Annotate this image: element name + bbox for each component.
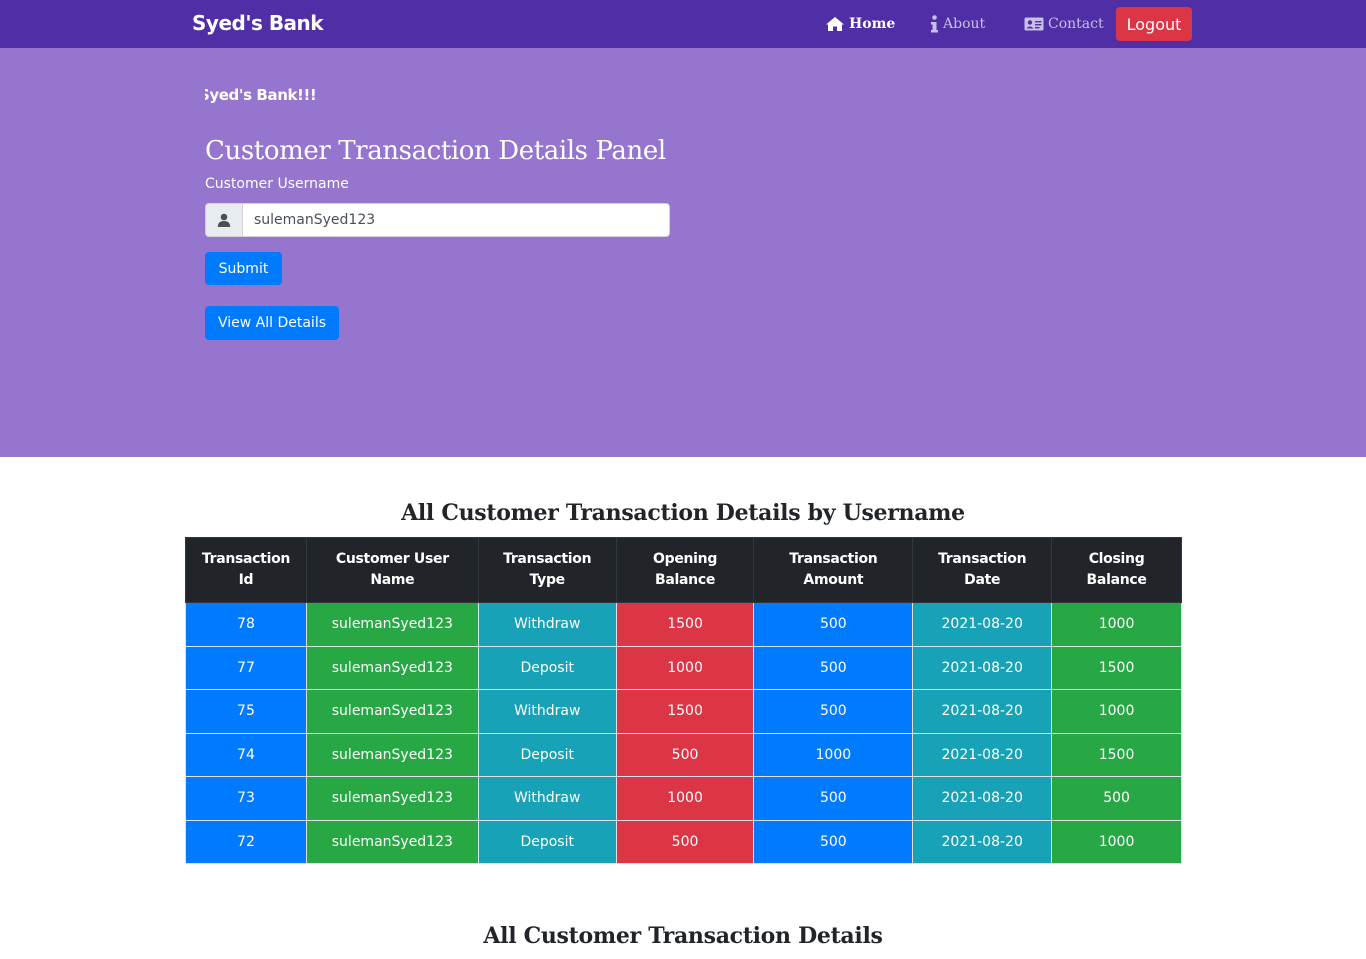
cell-date: 2021-08-20 (912, 645, 1053, 690)
navbar: Syed's Bank Home About Contact Logout (0, 0, 1366, 48)
customer-panel: Syed's Bank!!! Customer Transaction Deta… (0, 48, 1366, 457)
nav-about-label: About (943, 16, 986, 32)
cell-date: 2021-08-20 (912, 732, 1053, 777)
cell-transaction-id: 77 (185, 645, 307, 690)
cell-username: sulemanSyed123 (305, 602, 479, 647)
cell-closing-balance: 1000 (1051, 602, 1182, 647)
cell-opening-balance: 500 (615, 732, 755, 777)
cell-amount: 500 (753, 645, 914, 690)
id-card-icon (1024, 17, 1044, 31)
home-icon (825, 16, 845, 32)
cell-date: 2021-08-20 (912, 776, 1053, 821)
info-icon (930, 15, 939, 33)
cell-opening-balance: 1500 (615, 602, 755, 647)
nav-home-label: Home (849, 16, 896, 32)
cell-closing-balance: 1500 (1051, 732, 1182, 777)
username-label: Customer Username (205, 176, 349, 192)
cell-type: Deposit (477, 819, 617, 864)
cell-type: Withdraw (477, 689, 617, 734)
marquee-text: Syed's Bank!!! (205, 86, 317, 104)
cell-closing-balance: 500 (1051, 776, 1182, 821)
submit-button[interactable]: Submit (205, 252, 282, 285)
view-all-details-button[interactable]: View All Details (205, 306, 339, 340)
cell-type: Deposit (477, 645, 617, 690)
cell-username: sulemanSyed123 (305, 645, 479, 690)
transactions-table: Transaction Id Customer User Name Transa… (185, 537, 1182, 864)
nav-about[interactable]: About (930, 14, 985, 34)
header-transaction-date: Transaction Date (912, 537, 1053, 603)
user-icon (206, 204, 243, 236)
panel-title: Customer Transaction Details Panel (205, 136, 666, 166)
table-row: 75 sulemanSyed123 Withdraw 1500 500 2021… (185, 689, 1182, 734)
cell-closing-balance: 1000 (1051, 819, 1182, 864)
brand-logo[interactable]: Syed's Bank (192, 11, 324, 35)
cell-opening-balance: 1500 (615, 689, 755, 734)
header-customer-user-name: Customer User Name (305, 537, 479, 603)
cell-opening-balance: 500 (615, 819, 755, 864)
nav-home[interactable]: Home (825, 14, 895, 34)
logout-button[interactable]: Logout (1116, 7, 1192, 41)
cell-amount: 500 (753, 819, 914, 864)
table-row: 72 sulemanSyed123 Deposit 500 500 2021-0… (185, 819, 1182, 864)
table-row: 77 sulemanSyed123 Deposit 1000 500 2021-… (185, 645, 1182, 690)
cell-transaction-id: 72 (185, 819, 307, 864)
cell-date: 2021-08-20 (912, 602, 1053, 647)
username-input-group (205, 203, 670, 237)
cell-transaction-id: 75 (185, 689, 307, 734)
table-row: 74 sulemanSyed123 Deposit 500 1000 2021-… (185, 732, 1182, 777)
header-closing-balance: Closing Balance (1051, 537, 1182, 603)
cell-closing-balance: 1000 (1051, 689, 1182, 734)
cell-date: 2021-08-20 (912, 689, 1053, 734)
header-transaction-type: Transaction Type (477, 537, 617, 603)
nav-contact-label: Contact (1048, 16, 1104, 32)
header-transaction-amount: Transaction Amount (753, 537, 914, 603)
username-input[interactable] (243, 204, 669, 236)
cell-amount: 1000 (753, 732, 914, 777)
cell-amount: 500 (753, 602, 914, 647)
cell-transaction-id: 78 (185, 602, 307, 647)
table-header-row: Transaction Id Customer User Name Transa… (185, 537, 1182, 603)
cell-closing-balance: 1500 (1051, 645, 1182, 690)
cell-transaction-id: 74 (185, 732, 307, 777)
cell-amount: 500 (753, 689, 914, 734)
cell-username: sulemanSyed123 (305, 732, 479, 777)
cell-username: sulemanSyed123 (305, 776, 479, 821)
table-title: All Customer Transaction Details by User… (401, 500, 965, 526)
cell-date: 2021-08-20 (912, 819, 1053, 864)
header-opening-balance: Opening Balance (615, 537, 755, 603)
cell-username: sulemanSyed123 (305, 819, 479, 864)
cell-type: Deposit (477, 732, 617, 777)
header-transaction-id: Transaction Id (185, 537, 307, 603)
cell-type: Withdraw (477, 776, 617, 821)
cell-type: Withdraw (477, 602, 617, 647)
table-row: 73 sulemanSyed123 Withdraw 1000 500 2021… (185, 776, 1182, 821)
cell-username: sulemanSyed123 (305, 689, 479, 734)
cell-opening-balance: 1000 (615, 645, 755, 690)
all-transactions-title: All Customer Transaction Details (483, 923, 883, 949)
cell-amount: 500 (753, 776, 914, 821)
cell-opening-balance: 1000 (615, 776, 755, 821)
marquee-banner: Syed's Bank!!! (205, 86, 405, 108)
nav-contact[interactable]: Contact (1024, 14, 1104, 34)
cell-transaction-id: 73 (185, 776, 307, 821)
table-row: 78 sulemanSyed123 Withdraw 1500 500 2021… (185, 602, 1182, 647)
